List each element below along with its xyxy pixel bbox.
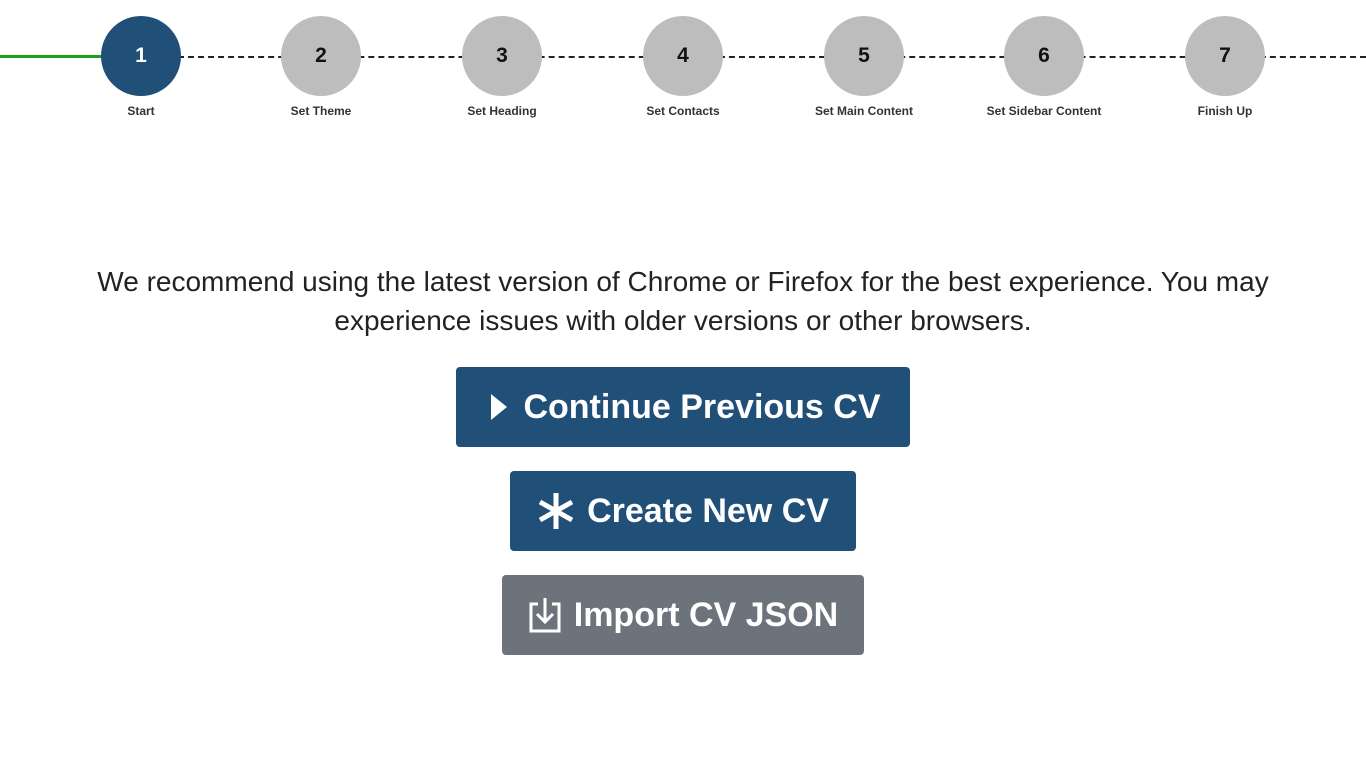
import-cv-json-label: Import CV JSON [573,595,839,634]
continue-previous-cv-label: Continue Previous CV [523,387,881,426]
step-label: Finish Up [1197,104,1253,118]
play-icon [485,391,511,423]
step-set-contacts[interactable]: 4 Set Contacts [603,16,763,118]
step-number: 3 [462,16,542,96]
step-finish-up[interactable]: 7 Finish Up [1145,16,1305,118]
step-number: 1 [101,16,181,96]
step-number: 4 [643,16,723,96]
asterisk-icon [537,491,575,531]
step-number: 5 [824,16,904,96]
start-actions: Continue Previous CV Create New CV Impor… [0,367,1366,679]
step-start[interactable]: 1 Start [61,16,221,118]
create-new-cv-button[interactable]: Create New CV [510,471,856,551]
step-set-sidebar-content[interactable]: 6 Set Sidebar Content [964,16,1124,118]
step-number: 6 [1004,16,1084,96]
continue-previous-cv-button[interactable]: Continue Previous CV [456,367,910,447]
step-set-theme[interactable]: 2 Set Theme [241,16,401,118]
step-label: Set Heading [467,104,537,118]
download-icon [528,596,562,634]
step-label: Set Main Content [815,104,913,118]
progress-stepper: 1 Start 2 Set Theme 3 Set Heading 4 Set … [0,0,1366,130]
step-label: Set Sidebar Content [986,104,1102,118]
step-set-main-content[interactable]: 5 Set Main Content [784,16,944,118]
step-set-heading[interactable]: 3 Set Heading [422,16,582,118]
import-cv-json-button[interactable]: Import CV JSON [502,575,864,655]
step-label: Start [127,104,155,118]
step-label: Set Contacts [646,104,720,118]
step-label: Set Theme [290,104,352,118]
step-number: 7 [1185,16,1265,96]
browser-recommendation-text: We recommend using the latest version of… [97,266,1269,336]
step-number: 2 [281,16,361,96]
create-new-cv-label: Create New CV [587,491,829,530]
